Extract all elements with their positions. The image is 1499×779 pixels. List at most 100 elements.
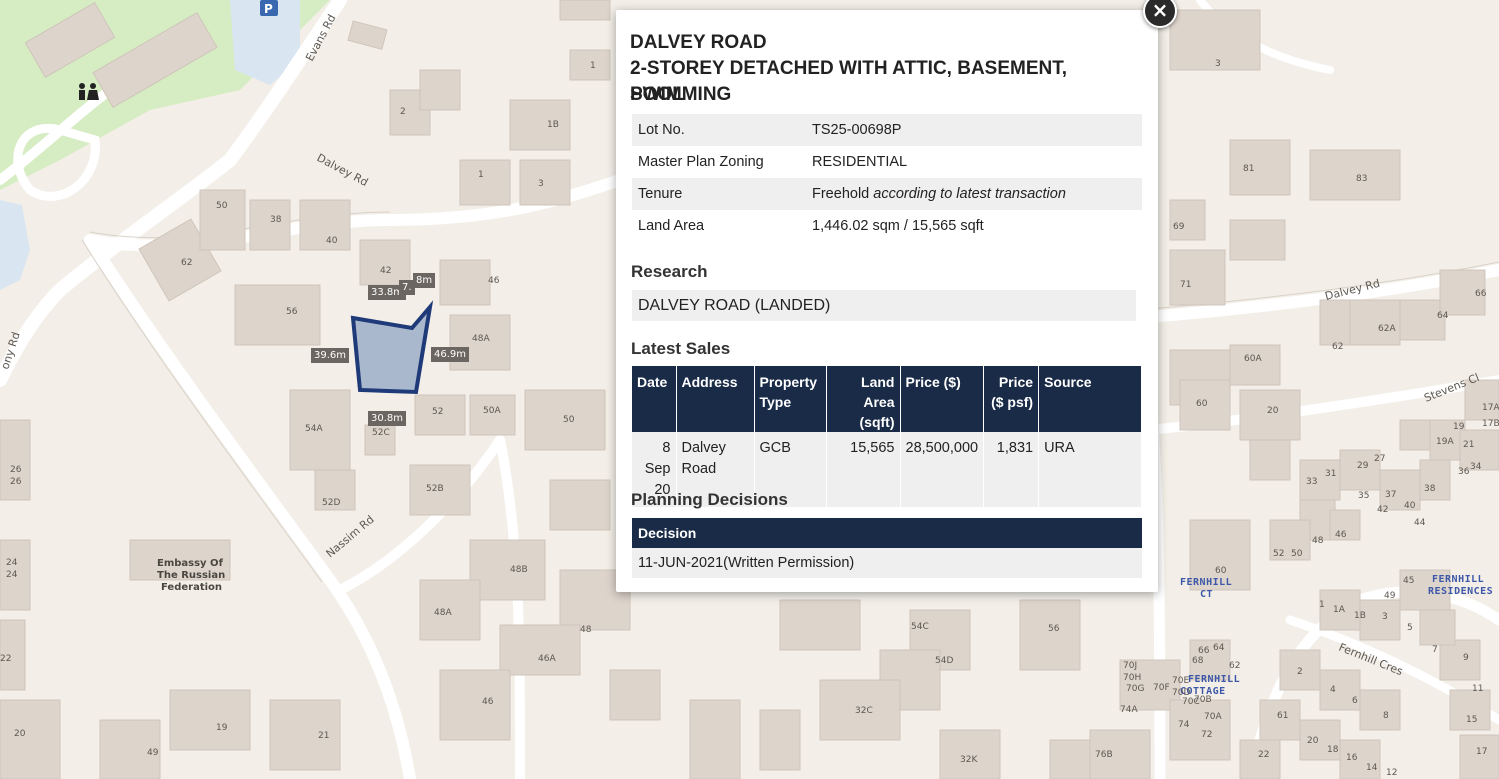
place-label: FERNHILL [1180,577,1232,588]
dimension-label: 30.8m [368,411,407,426]
research-link[interactable]: DALVEY ROAD (LANDED) [632,290,1136,321]
lot-number-label: 3 [1382,612,1388,622]
column-header-property-type: Property Type [754,366,827,432]
land-area-value: 1,446.02 sqm / 15,565 sqft [812,218,984,234]
lot-number-label: 22 [0,654,11,664]
lot-number-label: 71 [1180,280,1191,290]
lot-number-label: 26 [10,465,22,475]
lot-number-label: 52D [322,498,340,508]
lot-number-label: 1 [1319,600,1325,610]
lot-number-label: 31 [1325,469,1336,479]
lot-number-label: 64 [1213,643,1225,653]
lot-number-label: 60A [1244,354,1262,364]
lot-number-label: 49 [1384,591,1396,601]
column-header-source: Source [1038,366,1142,432]
lot-number-label: 29 [1357,461,1369,471]
lot-number-label: 42 [380,266,391,276]
research-heading: Research [631,262,708,281]
lot-number-label: 72 [1201,730,1212,740]
lot-number-label: 3 [1215,59,1221,69]
lot-number-label: 17 [1476,747,1487,757]
lot-number-label: 46 [488,276,500,286]
dimension-label: 8m [413,273,436,288]
lot-number-label: 32C [855,706,873,716]
lot-number-label: 69 [1173,222,1185,232]
lot-number-label: 70H [1123,673,1141,683]
table-row: Lot No. TS25-00698P [632,114,1142,146]
lot-number-label: 32K [960,755,978,765]
lot-number-label: 1B [547,120,559,130]
lot-number-label: 52 [1273,549,1284,559]
dimension-label: 46.9m [431,347,470,362]
place-label: RESIDENCES [1428,586,1493,597]
lot-number-label: 26 [10,477,22,487]
column-header-decision: Decision [632,518,1142,548]
property-info-table: Lot No. TS25-00698P Master Plan Zoning R… [632,114,1142,242]
lot-number-label: 8 [1383,711,1389,721]
lot-number-label: 60 [1215,566,1227,576]
lot-number-label: 62 [1229,661,1240,671]
tenure-label: Tenure [632,178,806,210]
lot-number-label: 48B [510,565,528,575]
svg-text:P: P [264,2,273,16]
lot-number-label: 74 [1178,720,1190,730]
lot-number-label: 74A [1120,705,1138,715]
lot-number-label: 27 [1374,454,1385,464]
column-header-address: Address [676,366,755,432]
decision-value: 11-JUN-2021(Written Permission) [632,548,1142,578]
lot-number-label: 36 [1458,467,1470,477]
lot-number-label: 68 [1192,656,1204,666]
latest-sales-heading: Latest Sales [631,339,731,358]
property-info-popup: DALVEY ROAD 2-STOREY DETACHED WITH ATTIC… [616,10,1158,592]
lot-number-label: 37 [1385,490,1396,500]
column-header-date: Date [632,366,677,432]
lot-number-label: 1 [590,61,596,71]
lot-number-label: 12 [1386,768,1397,778]
lot-number-label: 21 [1463,440,1474,450]
lot-number-label: 76B [1095,750,1113,760]
lot-number-label: 48A [434,608,452,618]
sale-price: 28,500,000 [900,432,985,507]
water-area [0,200,30,290]
lot-number-label: 70B [1194,695,1212,705]
lot-number-label: 64 [1437,311,1449,321]
lot-number-label: 54C [911,622,929,632]
lot-number-label: 20 [14,729,26,739]
lot-number-label: 46A [538,654,556,664]
lot-number-label: 4 [1330,685,1336,695]
lot-number-label: 62 [1332,342,1343,352]
lot-number-label: 35 [1358,491,1369,501]
lot-number-label: 6 [1352,696,1358,706]
lot-number-label: 33 [1306,477,1317,487]
road-label: Nassim Rd [324,513,377,560]
lot-number-label: 46 [1335,530,1347,540]
lot-number-label: 15 [1466,715,1477,725]
lot-number-label: 34 [1470,462,1482,472]
lot-number-label: 83 [1356,174,1367,184]
tenure-note: according to latest transaction [873,186,1066,202]
lot-number-label: 50 [216,201,228,211]
place-label: FERNHILL [1188,674,1240,685]
lot-number-label: 66 [1475,289,1487,299]
lot-number-label: 3 [538,179,544,189]
lot-number-label: 24 [6,558,18,568]
selected-lot-polygon[interactable] [350,300,434,395]
lot-number-label: 70F [1153,683,1170,693]
lot-number-label: 1A [1333,605,1346,615]
lot-number-label: 56 [286,307,298,317]
lot-number-label: 44 [1414,518,1426,528]
lot-number-label: 48A [472,334,490,344]
tenure-value: Freehold [812,186,870,202]
lot-number-label: 17A [1482,403,1499,413]
lot-number-label: 50A [483,406,501,416]
lot-number-label: 9 [1463,653,1469,663]
lot-number-label: 48 [580,625,592,635]
lot-no-label: Lot No. [632,114,806,146]
lot-number-label: 19 [216,723,228,733]
table-row: Tenure Freehold according to latest tran… [632,178,1142,210]
lot-number-label: 49 [147,748,159,758]
parking-icon: P [260,0,278,16]
sale-source: URA [1038,432,1142,507]
lot-number-label: 1B [1354,611,1366,621]
lot-number-label: 22 [1258,750,1269,760]
